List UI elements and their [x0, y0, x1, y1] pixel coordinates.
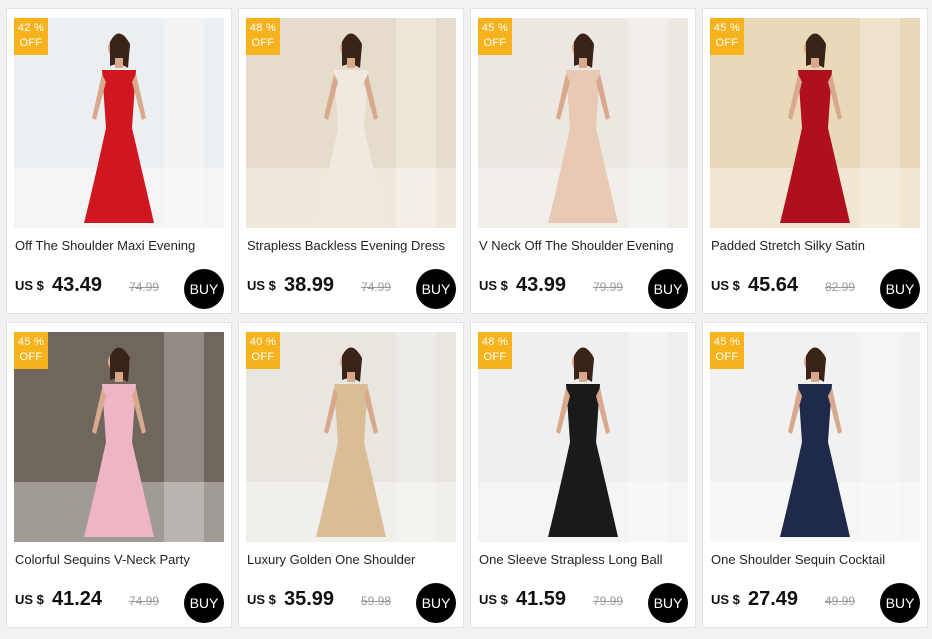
- product-card[interactable]: 45 % OFF V Neck Off The Shoulder Evening …: [470, 8, 696, 314]
- product-card[interactable]: 40 % OFF Luxury Golden One Shoulder US $ …: [238, 322, 464, 628]
- product-title[interactable]: Luxury Golden One Shoulder: [247, 552, 459, 567]
- discount-badge: 45 % OFF: [710, 18, 744, 55]
- product-grid: 42 % OFF Off The Shoulder Maxi Evening US…: [6, 8, 928, 628]
- price-row: US $ 35.99 59.98 BUY: [247, 583, 459, 626]
- buy-button[interactable]: BUY: [184, 269, 224, 309]
- sale-price: 27.49: [748, 588, 799, 610]
- discount-off-label: OFF: [251, 37, 275, 49]
- discount-badge: 42 % OFF: [14, 18, 48, 55]
- product-title[interactable]: One Sleeve Strapless Long Ball: [479, 552, 691, 567]
- currency-label: US $: [247, 592, 276, 607]
- sale-price: 45.64: [748, 274, 799, 296]
- discount-off-label: OFF: [715, 351, 739, 363]
- discount-percent: 45 %: [17, 336, 45, 348]
- original-price: 82.99: [825, 280, 856, 294]
- discount-off-label: OFF: [715, 37, 739, 49]
- product-title[interactable]: Strapless Backless Evening Dress: [247, 238, 459, 253]
- product-card[interactable]: 48 % OFF Strapless Backless Evening Dress…: [238, 8, 464, 314]
- discount-percent: 40 %: [249, 336, 277, 348]
- product-title[interactable]: Off The Shoulder Maxi Evening: [15, 238, 227, 253]
- discount-off-label: OFF: [483, 37, 507, 49]
- discount-percent: 48 %: [481, 336, 509, 348]
- discount-off-label: OFF: [483, 351, 507, 363]
- original-price: 79.99: [593, 594, 624, 608]
- currency-label: US $: [711, 278, 740, 293]
- sale-price: 38.99: [284, 274, 335, 296]
- product-title[interactable]: Colorful Sequins V-Neck Party: [15, 552, 227, 567]
- sale-price: 41.24: [52, 588, 103, 610]
- product-title[interactable]: Padded Stretch Silky Satin: [711, 238, 923, 253]
- buy-button[interactable]: BUY: [416, 583, 456, 623]
- price-row: US $ 41.59 79.99 BUY: [479, 583, 691, 626]
- price-row: US $ 41.24 74.99 BUY: [15, 583, 227, 626]
- discount-percent: 45 %: [713, 22, 741, 34]
- buy-button[interactable]: BUY: [416, 269, 456, 309]
- price-row: US $ 45.64 82.99 BUY: [711, 269, 923, 312]
- sale-price: 35.99: [284, 588, 335, 610]
- currency-label: US $: [247, 278, 276, 293]
- discount-percent: 45 %: [481, 22, 509, 34]
- discount-badge: 48 % OFF: [478, 332, 512, 369]
- discount-off-label: OFF: [19, 37, 43, 49]
- original-price: 74.99: [361, 280, 392, 294]
- original-price: 74.99: [129, 280, 160, 294]
- discount-off-label: OFF: [19, 351, 43, 363]
- product-card[interactable]: 45 % OFF Padded Stretch Silky Satin US $ …: [702, 8, 928, 314]
- buy-button[interactable]: BUY: [648, 583, 688, 623]
- original-price: 59.98: [361, 594, 392, 608]
- discount-badge: 45 % OFF: [478, 18, 512, 55]
- currency-label: US $: [15, 592, 44, 607]
- discount-off-label: OFF: [251, 351, 275, 363]
- sale-price: 43.99: [516, 274, 567, 296]
- buy-button[interactable]: BUY: [880, 583, 920, 623]
- discount-percent: 45 %: [713, 336, 741, 348]
- buy-button[interactable]: BUY: [880, 269, 920, 309]
- sale-price: 41.59: [516, 588, 567, 610]
- buy-button[interactable]: BUY: [648, 269, 688, 309]
- product-card[interactable]: 42 % OFF Off The Shoulder Maxi Evening US…: [6, 8, 232, 314]
- product-title[interactable]: V Neck Off The Shoulder Evening: [479, 238, 691, 253]
- original-price: 79.99: [593, 280, 624, 294]
- price-row: US $ 27.49 49.99 BUY: [711, 583, 923, 626]
- product-card[interactable]: 45 % OFF Colorful Sequins V-Neck Party US…: [6, 322, 232, 628]
- original-price: 74.99: [129, 594, 160, 608]
- product-card[interactable]: 45 % OFF One Shoulder Sequin Cocktail US …: [702, 322, 928, 628]
- currency-label: US $: [479, 592, 508, 607]
- buy-button[interactable]: BUY: [184, 583, 224, 623]
- product-card[interactable]: 48 % OFF One Sleeve Strapless Long Ball U…: [470, 322, 696, 628]
- discount-badge: 45 % OFF: [14, 332, 48, 369]
- price-row: US $ 43.49 74.99 BUY: [15, 269, 227, 312]
- original-price: 49.99: [825, 594, 856, 608]
- currency-label: US $: [711, 592, 740, 607]
- price-row: US $ 43.99 79.99 BUY: [479, 269, 691, 312]
- product-title[interactable]: One Shoulder Sequin Cocktail: [711, 552, 923, 567]
- discount-badge: 48 % OFF: [246, 18, 280, 55]
- currency-label: US $: [479, 278, 508, 293]
- discount-badge: 40 % OFF: [246, 332, 280, 369]
- discount-percent: 42 %: [17, 22, 45, 34]
- price-row: US $ 38.99 74.99 BUY: [247, 269, 459, 312]
- discount-badge: 45 % OFF: [710, 332, 744, 369]
- sale-price: 43.49: [52, 274, 103, 296]
- discount-percent: 48 %: [249, 22, 277, 34]
- currency-label: US $: [15, 278, 44, 293]
